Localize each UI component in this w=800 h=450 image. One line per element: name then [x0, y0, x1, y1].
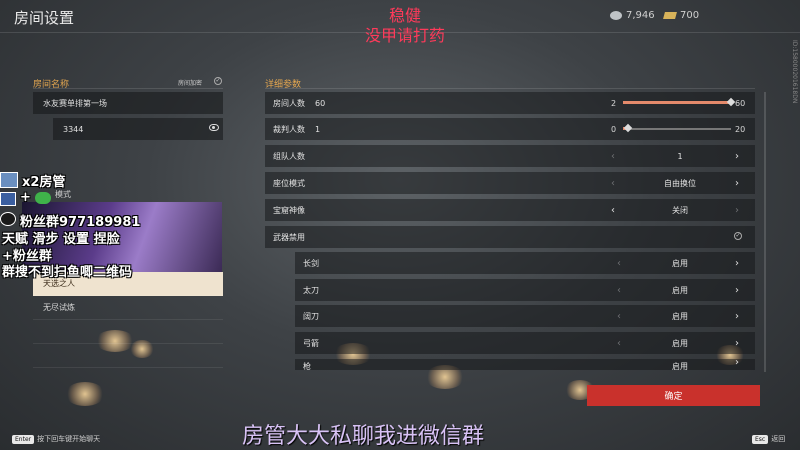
- chevron-right-icon[interactable]: ›: [735, 178, 739, 189]
- overlay-top-line2: 没甲请打药: [364, 26, 445, 45]
- weapon-label: 枪: [303, 362, 311, 370]
- mode-item-empty[interactable]: [33, 344, 223, 368]
- slider-fill: [623, 101, 731, 104]
- setting-room-size: 房间人数 60 2 60: [265, 92, 755, 114]
- weapon-status: 启用: [672, 362, 688, 370]
- silver-amount: 7,946: [626, 10, 655, 21]
- expand-check-icon[interactable]: ✓: [734, 232, 742, 240]
- slider-min: 0: [611, 124, 617, 134]
- qq-penguin-icon: [0, 212, 16, 226]
- divider: [33, 88, 223, 89]
- chevron-left-icon[interactable]: ‹: [611, 151, 615, 162]
- weapon-status: 启用: [672, 285, 688, 295]
- slider-max: 20: [735, 124, 746, 134]
- mode-label: 模式: [55, 190, 71, 199]
- chevron-left-icon[interactable]: ‹: [617, 258, 621, 269]
- setting-number: 60: [315, 98, 326, 108]
- weapon-row: 长剑 ‹ 启用 ›: [295, 252, 755, 274]
- setting-label: 组队人数: [273, 151, 305, 161]
- id-watermark: ID:158000201618DN: [791, 40, 798, 104]
- esc-key-icon: Esc: [752, 434, 769, 444]
- setting-seat-mode: 座位模式 ‹ 自由换位 ›: [265, 172, 755, 194]
- weapon-row: 枪 启用 ›: [295, 359, 755, 370]
- password-input[interactable]: 3344: [53, 118, 223, 140]
- enter-key-icon: Enter: [12, 434, 35, 444]
- setting-value: 关闭: [672, 205, 688, 215]
- setting-team-size: 组队人数 ‹ 1 ›: [265, 145, 755, 167]
- mode-item-empty[interactable]: [33, 320, 223, 344]
- chat-hint-text: 按下回车键开始聊天: [37, 435, 101, 443]
- gold-ingot-icon: [663, 12, 677, 19]
- back-button[interactable]: Esc 返回: [752, 434, 785, 444]
- overlay-line3: 群搜不到扫鱼唧二维码: [2, 265, 133, 280]
- slider-track[interactable]: [623, 128, 731, 130]
- weapon-row: 阔刀 ‹ 启用 ›: [295, 305, 755, 327]
- overlay-plus: +: [20, 190, 31, 205]
- weapon-label: 弓箭: [303, 338, 319, 348]
- encrypt-label: 房间加密: [178, 80, 203, 87]
- room-name-input[interactable]: 水友赛单排第一场: [33, 92, 223, 114]
- weapon-row: 弓箭 ‹ 启用 ›: [295, 332, 755, 354]
- setting-weapon-ban[interactable]: 武器禁用 ✓: [265, 226, 755, 248]
- page-title: 房间设置: [14, 9, 75, 27]
- chevron-left-icon[interactable]: ‹: [611, 178, 615, 189]
- gold-amount: 700: [680, 10, 700, 21]
- chevron-right-icon[interactable]: ›: [735, 285, 739, 296]
- weapon-label: 阔刀: [303, 311, 319, 321]
- chevron-left-icon[interactable]: ‹: [617, 285, 621, 296]
- gold-currency: 700: [663, 10, 700, 21]
- eye-icon[interactable]: [209, 124, 219, 131]
- chat-hint: Enter 按下回车键开始聊天: [12, 434, 100, 444]
- setting-value: 1: [677, 151, 683, 161]
- setting-label: 裁判人数: [273, 124, 305, 134]
- mode-item[interactable]: 无尽试炼: [33, 296, 223, 320]
- setting-label: 武器禁用: [273, 232, 305, 242]
- mode-list: 天选之人 无尽试炼: [33, 272, 223, 368]
- chevron-right-icon[interactable]: ›: [735, 359, 739, 368]
- setting-treasure-idol: 宝窟神像 ‹ 关闭 ›: [265, 199, 755, 221]
- chevron-right-icon[interactable]: ›: [735, 258, 739, 269]
- weapon-row: 太刀 ‹ 启用 ›: [295, 279, 755, 301]
- weapon-label: 长剑: [303, 258, 319, 268]
- chevron-left-icon[interactable]: ‹: [617, 311, 621, 322]
- setting-value: 自由换位: [664, 178, 696, 188]
- silver-coin-icon: [610, 11, 622, 20]
- wechat-icon: [35, 192, 51, 204]
- scrollbar[interactable]: [764, 92, 766, 372]
- chevron-right-icon[interactable]: ›: [735, 151, 739, 162]
- qq-icon: [0, 192, 16, 206]
- overlay-badge-text: x2房管: [22, 175, 66, 190]
- weapon-status: 启用: [672, 258, 688, 268]
- chevron-left-icon[interactable]: ‹: [611, 205, 615, 216]
- setting-referee-count: 裁判人数 1 0 20: [265, 118, 755, 140]
- chevron-left-icon[interactable]: ‹: [617, 338, 621, 349]
- encrypt-checkbox[interactable]: ✓: [214, 77, 222, 85]
- slider-min: 2: [611, 98, 617, 108]
- chevron-right-icon[interactable]: ›: [735, 205, 739, 216]
- bokeh-light: [65, 382, 105, 406]
- weapon-status: 启用: [672, 311, 688, 321]
- password-value: 3344: [63, 124, 84, 134]
- back-label: 返回: [771, 435, 786, 443]
- chevron-right-icon[interactable]: ›: [735, 311, 739, 322]
- avatar: [0, 172, 18, 188]
- divider: [265, 88, 755, 89]
- slider-handle[interactable]: [726, 97, 736, 107]
- confirm-button[interactable]: 确定: [587, 385, 760, 406]
- slider-max: 60: [735, 98, 746, 108]
- silver-currency: 7,946: [610, 10, 655, 21]
- slider-handle[interactable]: [624, 123, 633, 133]
- weapon-label: 太刀: [303, 285, 319, 295]
- setting-label: 房间人数: [273, 98, 305, 108]
- setting-number: 1: [315, 124, 321, 134]
- overlay-bottom-text: 房管大大私聊我进微信群: [242, 424, 485, 449]
- setting-label: 宝窟神像: [273, 205, 305, 215]
- setting-label: 座位模式: [273, 178, 305, 188]
- chevron-right-icon[interactable]: ›: [735, 338, 739, 349]
- weapon-status: 启用: [672, 338, 688, 348]
